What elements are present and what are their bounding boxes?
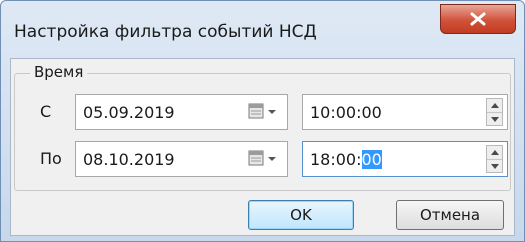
cancel-button[interactable]: Отмена — [396, 200, 504, 230]
window-title: Настройка фильтра событий НСД — [14, 22, 317, 42]
close-button[interactable] — [440, 4, 516, 34]
chevron-up-icon — [490, 150, 499, 155]
to-spin-up-button[interactable] — [487, 146, 502, 159]
calendar-icon — [248, 150, 276, 166]
to-time-spinner[interactable] — [486, 145, 503, 173]
from-spin-up-button[interactable] — [487, 99, 502, 112]
ok-button[interactable]: OK — [248, 200, 354, 230]
from-calendar-button[interactable] — [247, 101, 281, 123]
from-time-spinner[interactable] — [486, 98, 503, 126]
from-time-value: 10:00:00 — [310, 103, 382, 122]
chevron-down-icon — [490, 117, 499, 122]
to-time-selected-seconds: 00 — [361, 150, 382, 169]
from-label: С — [40, 102, 52, 121]
to-time-value: 18:00:00 — [310, 150, 382, 169]
group-label: Время — [30, 63, 88, 81]
to-spin-down-button[interactable] — [487, 159, 502, 173]
to-label: По — [40, 149, 62, 168]
from-date-field[interactable]: 05.09.2019 — [75, 94, 288, 130]
chevron-down-icon — [490, 164, 499, 169]
chevron-up-icon — [490, 103, 499, 108]
from-time-field[interactable]: 10:00:00 — [302, 94, 508, 130]
from-spin-down-button[interactable] — [487, 112, 502, 126]
to-date-value: 08.10.2019 — [83, 150, 175, 169]
to-date-field[interactable]: 08.10.2019 — [75, 141, 288, 177]
to-calendar-button[interactable] — [247, 148, 281, 170]
calendar-icon — [248, 103, 276, 119]
to-time-prefix: 18:00: — [310, 150, 362, 169]
to-time-field[interactable]: 18:00:00 — [302, 141, 508, 177]
from-date-value: 05.09.2019 — [83, 103, 175, 122]
close-icon — [470, 12, 486, 26]
